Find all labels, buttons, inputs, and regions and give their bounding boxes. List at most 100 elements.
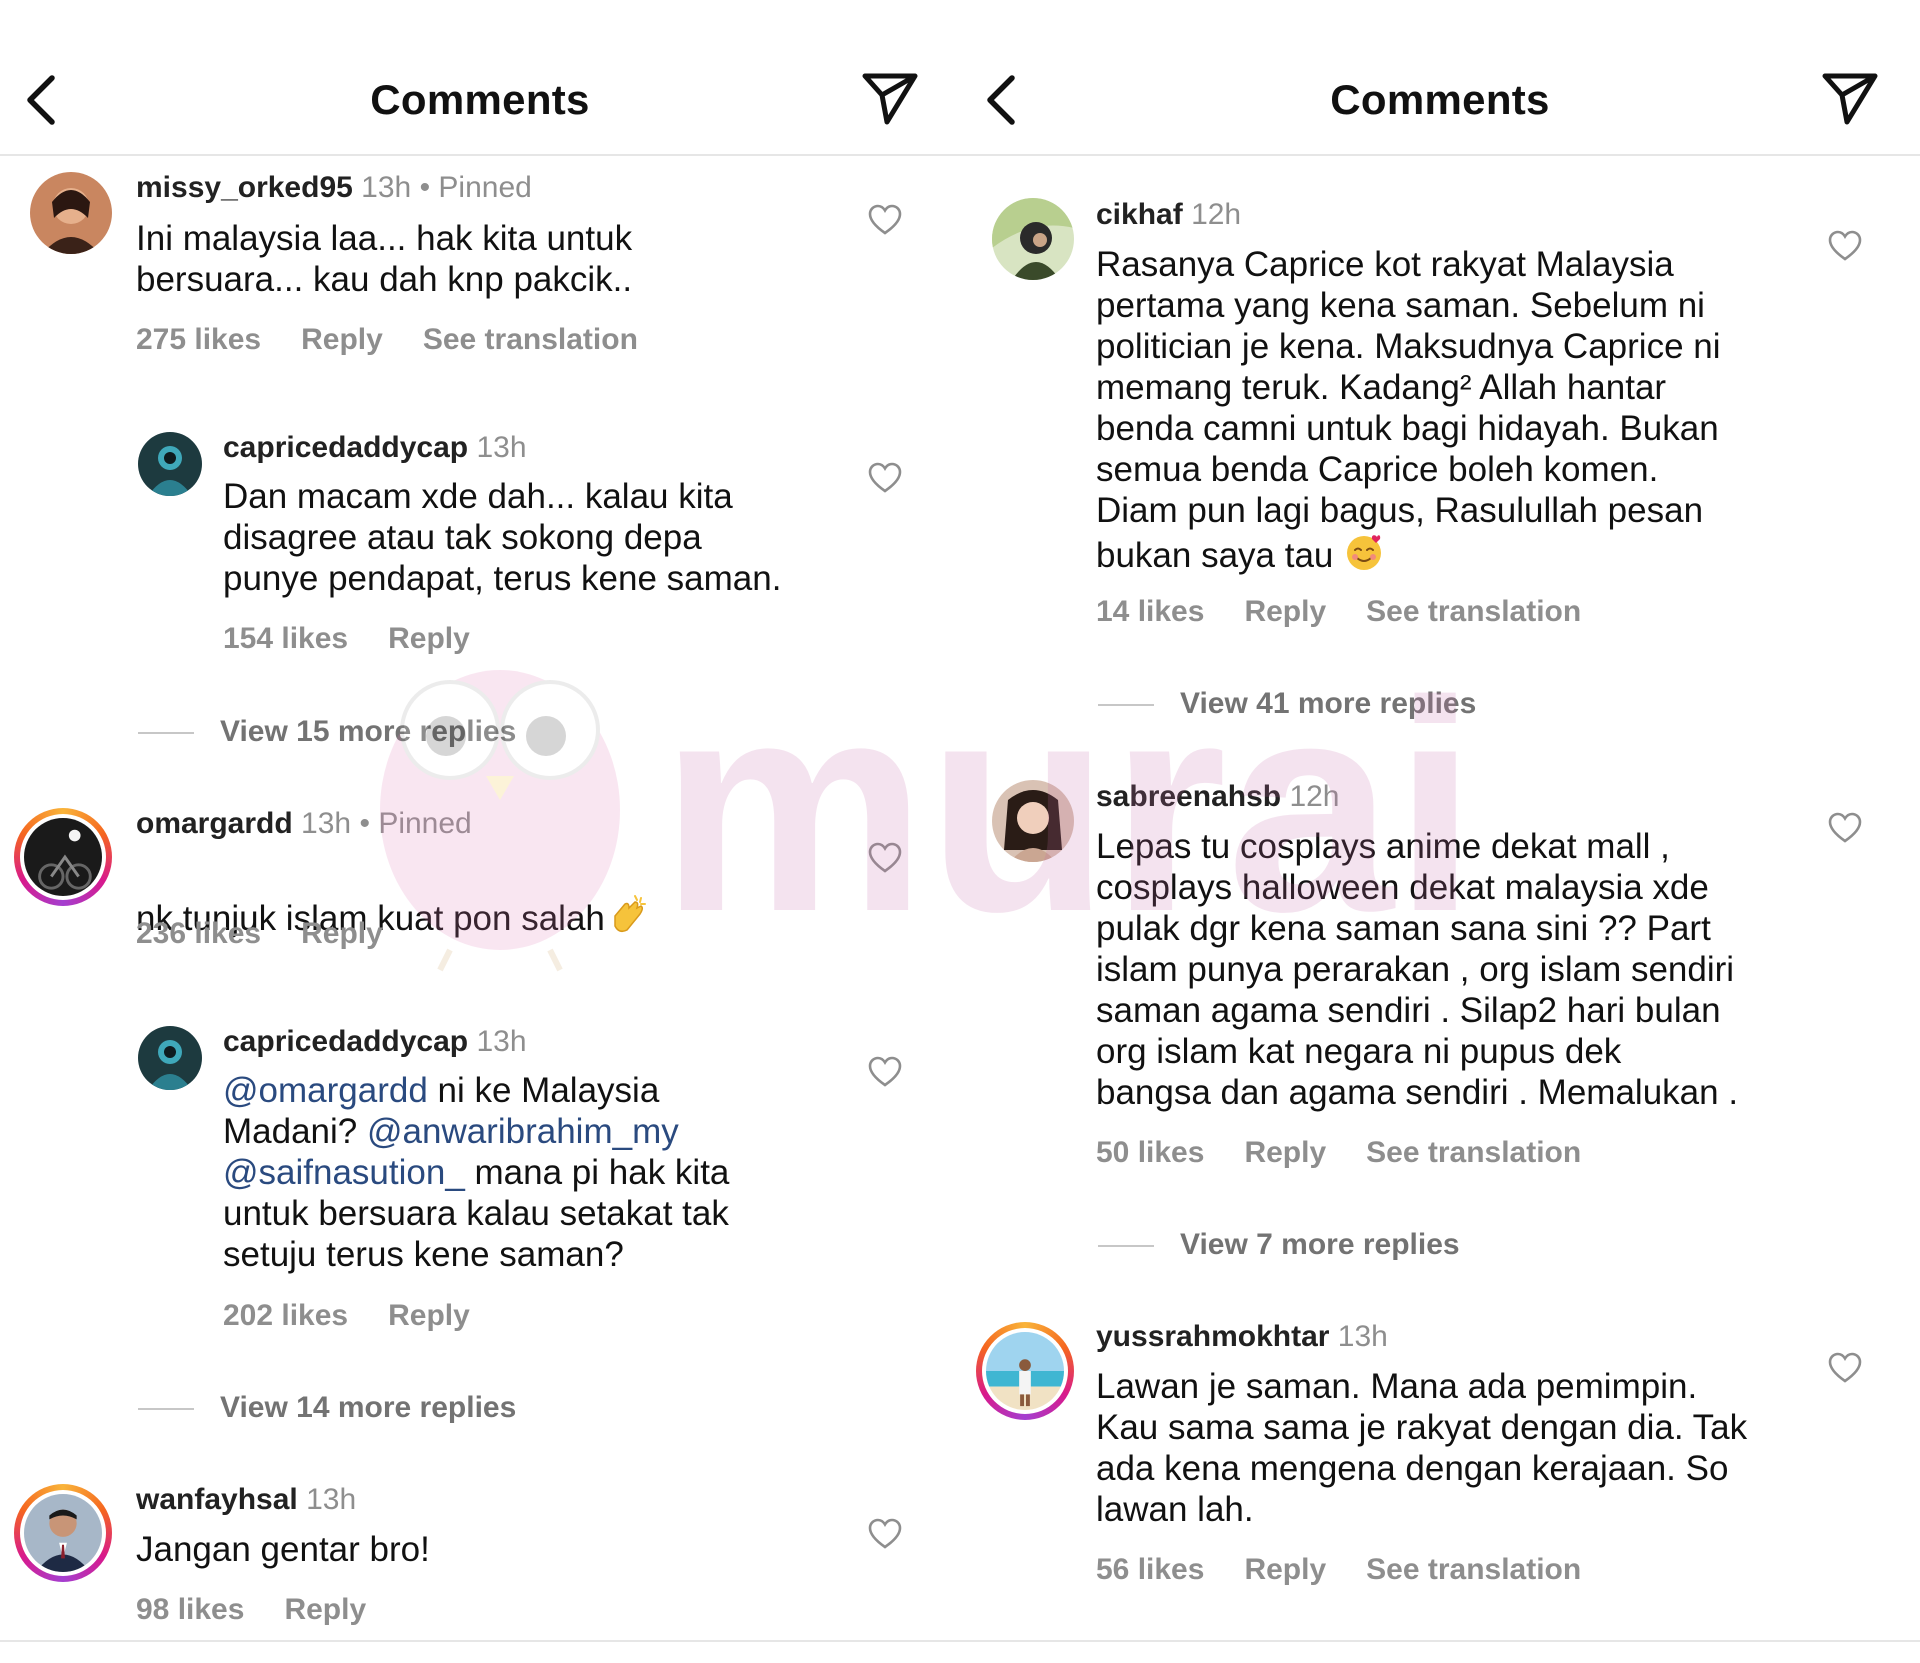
smiling-face-with-hearts-emoji: [1347, 535, 1382, 570]
heart-outline-icon[interactable]: [868, 1518, 902, 1550]
view-more-replies[interactable]: View 7 more replies: [1098, 1227, 1460, 1263]
comment-meta: omargardd 13h • Pinned: [136, 806, 472, 842]
see-translation-button[interactable]: See translation: [1366, 595, 1581, 628]
comment-text: Rasanya Caprice kot rakyat Malaysia pert…: [1096, 244, 1721, 576]
comment-meta: wanfayhsal 13h: [136, 1482, 356, 1518]
divider-line: [1098, 1245, 1154, 1248]
comment-actions: 56 likes Reply See translation: [1096, 1552, 1621, 1588]
username[interactable]: wanfayhsal: [136, 1483, 298, 1516]
comment-meta: sabreenahsb 12h: [1096, 779, 1340, 815]
comments-header: Comments: [960, 0, 1920, 156]
reply-button[interactable]: Reply: [301, 917, 383, 950]
heart-outline-icon[interactable]: [868, 204, 902, 236]
see-translation-button[interactable]: See translation: [423, 323, 638, 356]
divider-line: [1098, 704, 1154, 707]
comment-meta: missy_orked95 13h • Pinned: [136, 170, 532, 206]
comment-text: Dan macam xde dah... kalau kita disagree…: [223, 477, 782, 598]
divider-line: [138, 732, 194, 735]
like-count[interactable]: 56 likes: [1096, 1553, 1204, 1586]
username[interactable]: omargardd: [136, 807, 293, 840]
avatar[interactable]: [976, 1322, 1074, 1420]
like-count[interactable]: 236 likes: [136, 917, 261, 950]
view-more-label[interactable]: View 15 more replies: [220, 715, 516, 748]
like-count[interactable]: 14 likes: [1096, 595, 1204, 628]
username[interactable]: capricedaddycap: [223, 431, 468, 464]
like-count[interactable]: 275 likes: [136, 323, 261, 356]
heart-outline-icon[interactable]: [1828, 812, 1862, 844]
view-more-replies[interactable]: View 14 more replies: [138, 1390, 516, 1426]
avatar[interactable]: [138, 1026, 202, 1090]
timestamp: 13h: [1337, 1320, 1388, 1353]
reply-button[interactable]: Reply: [301, 323, 383, 356]
comment-actions: 275 likes Reply See translation: [136, 322, 678, 358]
username[interactable]: capricedaddycap: [223, 1025, 468, 1058]
timestamp: 13h: [476, 431, 527, 464]
bottom-divider: [0, 1640, 1920, 1642]
username[interactable]: sabreenahsb: [1096, 780, 1281, 813]
separator-dot: •: [419, 171, 431, 204]
comment-actions: 98 likes Reply: [136, 1592, 406, 1628]
comments-header: Comments: [0, 0, 960, 156]
comment-text: Lepas tu cosplays anime dekat mall , cos…: [1096, 827, 1739, 1112]
avatar[interactable]: [14, 808, 112, 906]
comment-text: Lawan je saman. Mana ada pemimpin. Kau s…: [1096, 1367, 1748, 1529]
reply-button[interactable]: Reply: [284, 1593, 366, 1626]
avatar[interactable]: [992, 780, 1074, 862]
username[interactable]: missy_orked95: [136, 171, 353, 204]
heart-outline-icon[interactable]: [868, 1056, 902, 1088]
pinned-label: Pinned: [378, 807, 472, 840]
reply-button[interactable]: Reply: [1244, 595, 1326, 628]
like-count[interactable]: 154 likes: [223, 622, 348, 655]
like-count[interactable]: 50 likes: [1096, 1136, 1204, 1169]
view-more-label[interactable]: View 7 more replies: [1180, 1228, 1460, 1261]
view-more-label[interactable]: View 14 more replies: [220, 1391, 516, 1424]
left-comments-panel: Comments missy_orked95 13h • Pinned Ini …: [0, 0, 960, 1663]
timestamp: 12h: [1289, 780, 1340, 813]
mention-link[interactable]: @saifnasution_: [223, 1153, 465, 1192]
timestamp: 13h: [306, 1483, 357, 1516]
comment-text: @omargardd ni ke Malaysia Madani? @anwar…: [223, 1070, 729, 1275]
comment-actions: 50 likes Reply See translation: [1096, 1135, 1621, 1171]
comment-actions: 202 likes Reply: [223, 1298, 510, 1334]
heart-outline-icon[interactable]: [868, 842, 902, 874]
avatar[interactable]: [14, 1484, 112, 1582]
comment-meta: yussrahmokhtar 13h: [1096, 1319, 1388, 1355]
separator-dot: •: [359, 807, 370, 840]
like-count[interactable]: 202 likes: [223, 1299, 348, 1332]
right-comments-panel: Comments cikhaf 12h Rasanya Caprice kot …: [960, 0, 1920, 1663]
timestamp: 13h: [361, 171, 412, 204]
paper-plane-icon[interactable]: [860, 68, 920, 128]
page-title: Comments: [370, 76, 590, 123]
reply-button[interactable]: Reply: [388, 1299, 470, 1332]
comment-actions: 14 likes Reply See translation: [1096, 594, 1621, 630]
heart-outline-icon[interactable]: [868, 462, 902, 494]
paper-plane-icon[interactable]: [1820, 68, 1880, 128]
timestamp: 12h: [1191, 198, 1242, 231]
comment-meta: capricedaddycap 13h: [223, 1024, 527, 1060]
timestamp: 13h: [301, 807, 352, 840]
comment-text: Ini malaysia laa... hak kita untuk bersu…: [136, 219, 633, 299]
heart-outline-icon[interactable]: [1828, 1352, 1862, 1384]
divider-line: [138, 1408, 194, 1411]
username[interactable]: yussrahmokhtar: [1096, 1320, 1329, 1353]
page-title: Comments: [1330, 76, 1550, 123]
avatar[interactable]: [30, 172, 112, 254]
see-translation-button[interactable]: See translation: [1366, 1553, 1581, 1586]
reply-button[interactable]: Reply: [1244, 1136, 1326, 1169]
heart-outline-icon[interactable]: [1828, 230, 1862, 262]
reply-button[interactable]: Reply: [1244, 1553, 1326, 1586]
see-translation-button[interactable]: See translation: [1366, 1136, 1581, 1169]
comment-text-body: Rasanya Caprice kot rakyat Malaysia pert…: [1096, 245, 1721, 575]
view-more-label[interactable]: View 41 more replies: [1180, 687, 1476, 720]
comment-meta: cikhaf 12h: [1096, 197, 1241, 233]
mention-link[interactable]: @anwaribrahim_my: [367, 1112, 679, 1151]
username[interactable]: cikhaf: [1096, 198, 1183, 231]
avatar[interactable]: [992, 198, 1074, 280]
view-more-replies[interactable]: View 41 more replies: [1098, 686, 1476, 722]
comment-text: Jangan gentar bro!: [136, 1530, 430, 1569]
avatar[interactable]: [138, 432, 202, 496]
like-count[interactable]: 98 likes: [136, 1593, 244, 1626]
view-more-replies[interactable]: View 15 more replies: [138, 714, 516, 750]
reply-button[interactable]: Reply: [388, 622, 470, 655]
mention-link[interactable]: @omargardd: [223, 1071, 428, 1110]
